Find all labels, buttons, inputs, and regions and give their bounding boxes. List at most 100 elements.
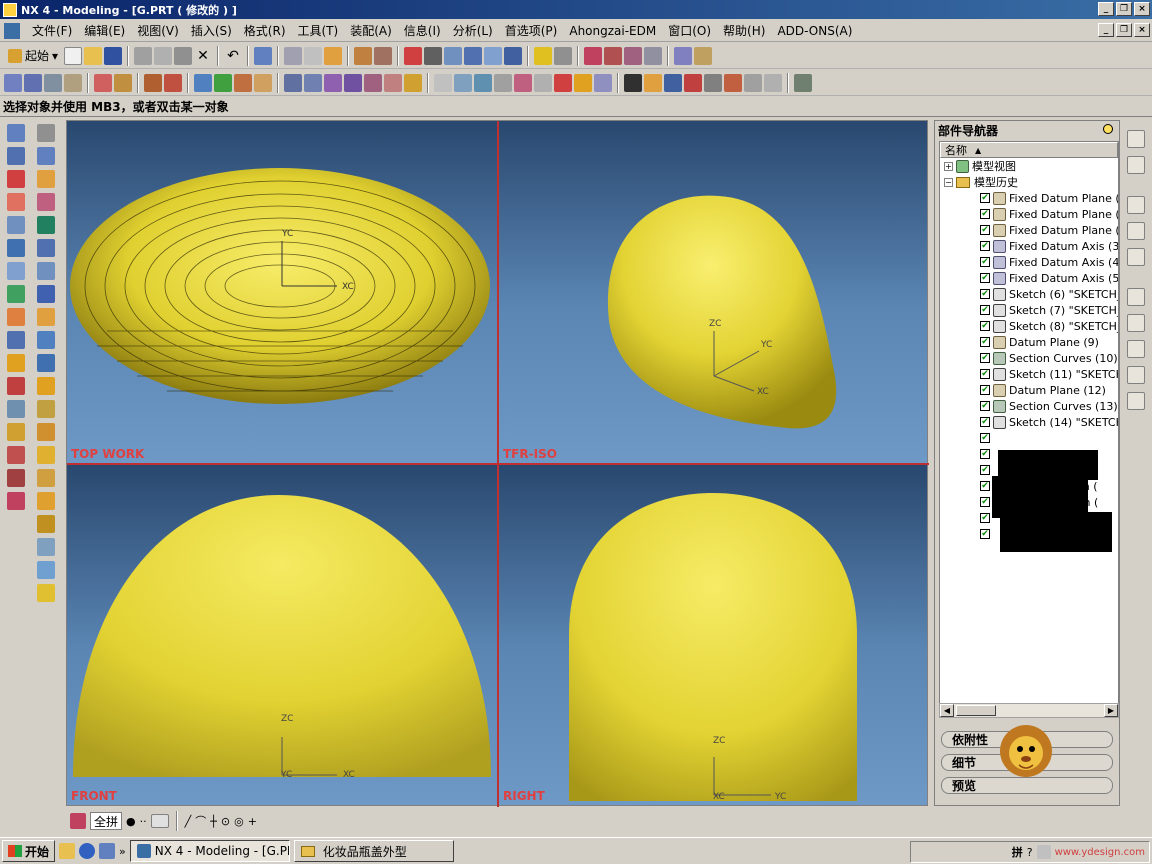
blank-tab-icon[interactable] bbox=[1127, 392, 1145, 410]
union-icon[interactable] bbox=[7, 308, 25, 326]
snap-point-icon[interactable]: + bbox=[248, 815, 257, 828]
checkbox[interactable]: ✔ bbox=[980, 481, 990, 491]
sew-icon[interactable] bbox=[7, 423, 25, 441]
n-sided-icon[interactable] bbox=[344, 73, 362, 92]
graphics-window[interactable]: YC XC TOP WORK ZC YC XC TFR-ISO ZC YC XC… bbox=[66, 120, 929, 807]
tree-item[interactable]: ✔ Fixed Datum Plane (2) bbox=[940, 222, 1118, 238]
menu-ahongzai-edm[interactable]: Ahongzai-EDM bbox=[563, 24, 662, 38]
spline-icon[interactable] bbox=[494, 73, 512, 92]
tree-item[interactable]: ✔ Datum Plane (9) bbox=[940, 334, 1118, 350]
through-curves-icon[interactable] bbox=[284, 73, 302, 92]
table-icon[interactable] bbox=[304, 46, 323, 65]
dots-icon[interactable]: ·· bbox=[140, 815, 147, 828]
copy-icon[interactable] bbox=[154, 46, 173, 65]
project-curve-icon[interactable] bbox=[574, 73, 592, 92]
quicklaunch-more-icon[interactable]: » bbox=[119, 845, 126, 858]
tree-item[interactable]: ✔Sketch (6) "SKETCH_0... bbox=[940, 286, 1118, 302]
process-studio-tab-icon[interactable] bbox=[1127, 340, 1145, 358]
doc-restore-button[interactable]: ❐ bbox=[1116, 23, 1132, 37]
new-file-icon[interactable] bbox=[64, 46, 83, 65]
tree-item[interactable]: ✔Sketch (8) "SKETCH_0... bbox=[940, 318, 1118, 334]
subtract-icon[interactable] bbox=[7, 331, 25, 349]
trim-icon[interactable] bbox=[144, 73, 162, 92]
help-tray-icon[interactable]: ? bbox=[1027, 846, 1033, 859]
tree-item[interactable]: ✔Sketch (14) "SKETCH_... bbox=[940, 414, 1118, 430]
zoom-window-icon[interactable] bbox=[424, 46, 443, 65]
roles-tab-icon[interactable] bbox=[1127, 366, 1145, 384]
windows-start-button[interactable]: 开始 bbox=[2, 840, 56, 862]
checkbox[interactable]: ✔ bbox=[980, 529, 990, 539]
tree-item[interactable]: ✔Sketch (11) "SKETCH_... bbox=[940, 366, 1118, 382]
promote-icon[interactable] bbox=[37, 400, 55, 418]
checkbox[interactable]: ✔ bbox=[980, 289, 990, 299]
flag-icon[interactable] bbox=[624, 73, 642, 92]
shell-icon[interactable] bbox=[194, 73, 212, 92]
offset-icon[interactable] bbox=[254, 73, 272, 92]
thicken-icon[interactable] bbox=[214, 73, 232, 92]
simplify-icon[interactable] bbox=[37, 538, 55, 556]
edge-blend-icon[interactable] bbox=[7, 377, 25, 395]
menu-assembly[interactable]: 装配(A) bbox=[344, 22, 398, 39]
extrude-icon[interactable] bbox=[4, 73, 22, 92]
cone-icon[interactable] bbox=[37, 193, 55, 211]
sketch-icon[interactable] bbox=[7, 124, 25, 142]
taskbar-item-nx[interactable]: NX 4 - Modeling - [G.PRT... bbox=[129, 840, 290, 862]
keyboard-icon[interactable] bbox=[150, 814, 169, 828]
pin-icon[interactable] bbox=[1103, 124, 1113, 134]
wrap-icon[interactable] bbox=[37, 469, 55, 487]
patch-icon[interactable] bbox=[7, 446, 25, 464]
fit-view-icon[interactable] bbox=[404, 46, 423, 65]
menu-window[interactable]: 窗口(O) bbox=[662, 22, 717, 39]
checkbox[interactable]: ✔ bbox=[980, 209, 990, 219]
menu-format[interactable]: 格式(R) bbox=[238, 22, 292, 39]
checkbox[interactable]: ✔ bbox=[980, 193, 990, 203]
tree-item[interactable]: ✔ Fixed Datum Axis (4) bbox=[940, 254, 1118, 270]
mirror-icon[interactable] bbox=[7, 469, 25, 487]
block-icon[interactable] bbox=[37, 147, 55, 165]
edit-object-icon[interactable] bbox=[354, 46, 373, 65]
checkbox[interactable]: ✔ bbox=[980, 257, 990, 267]
polygon-icon[interactable] bbox=[534, 73, 552, 92]
checkbox[interactable]: ✔ bbox=[980, 433, 990, 443]
column-header-name[interactable]: 名称 ▲ bbox=[940, 142, 1118, 158]
hole-icon[interactable] bbox=[7, 170, 25, 188]
split-icon[interactable] bbox=[164, 73, 182, 92]
sweep-icon[interactable] bbox=[44, 73, 62, 92]
menu-preferences[interactable]: 首选项(P) bbox=[499, 22, 564, 39]
assembly-navigator-tab-icon[interactable] bbox=[1127, 130, 1145, 148]
checkbox[interactable]: ✔ bbox=[980, 497, 990, 507]
web-browser-tab-icon[interactable] bbox=[1127, 196, 1145, 214]
checkbox[interactable]: ✔ bbox=[980, 353, 990, 363]
part-navigator-tab-icon[interactable] bbox=[1127, 156, 1145, 174]
menu-file[interactable]: 文件(F) bbox=[26, 22, 78, 39]
scroll-right-icon[interactable]: ▶ bbox=[1104, 704, 1118, 717]
scroll-left-icon[interactable]: ◀ bbox=[940, 704, 954, 717]
arc-icon[interactable] bbox=[474, 73, 492, 92]
tree-item[interactable]: ✔ Section Curves (10) bbox=[940, 350, 1118, 366]
snap-line-icon[interactable]: ╱ bbox=[185, 815, 192, 828]
boss-icon[interactable] bbox=[7, 193, 25, 211]
viewport-iso[interactable]: ZC YC XC TFR-ISO bbox=[499, 121, 927, 463]
viewport-front[interactable]: ZC YC XC FRONT bbox=[67, 465, 497, 805]
doc-close-button[interactable]: × bbox=[1134, 23, 1150, 37]
analysis-icon[interactable] bbox=[604, 46, 623, 65]
tree-node-model-views[interactable]: + 模型视图 bbox=[940, 158, 1118, 174]
cylinder-icon[interactable] bbox=[37, 170, 55, 188]
sphere-icon[interactable] bbox=[37, 216, 55, 234]
angle-icon[interactable] bbox=[694, 46, 713, 65]
wcs-icon[interactable] bbox=[664, 73, 682, 92]
line-icon[interactable] bbox=[454, 73, 472, 92]
checkbox[interactable]: ✔ bbox=[980, 513, 990, 523]
network-icon[interactable] bbox=[1036, 845, 1051, 859]
undo-icon[interactable]: ↶ bbox=[224, 47, 242, 65]
pan-icon[interactable] bbox=[484, 46, 503, 65]
system-materials-tab-icon[interactable] bbox=[1127, 314, 1145, 332]
tree-item[interactable]: ✔ Fixed Datum Plane (0) bbox=[940, 190, 1118, 206]
table-editor-icon[interactable] bbox=[764, 73, 782, 92]
point-icon[interactable] bbox=[434, 73, 452, 92]
groove-icon[interactable] bbox=[7, 285, 25, 303]
curve-icon[interactable] bbox=[7, 147, 25, 165]
checkbox[interactable]: ✔ bbox=[980, 337, 990, 347]
intersect-icon[interactable] bbox=[7, 354, 25, 372]
tree-item[interactable]: ✔ Datum Plane (12) bbox=[940, 382, 1118, 398]
